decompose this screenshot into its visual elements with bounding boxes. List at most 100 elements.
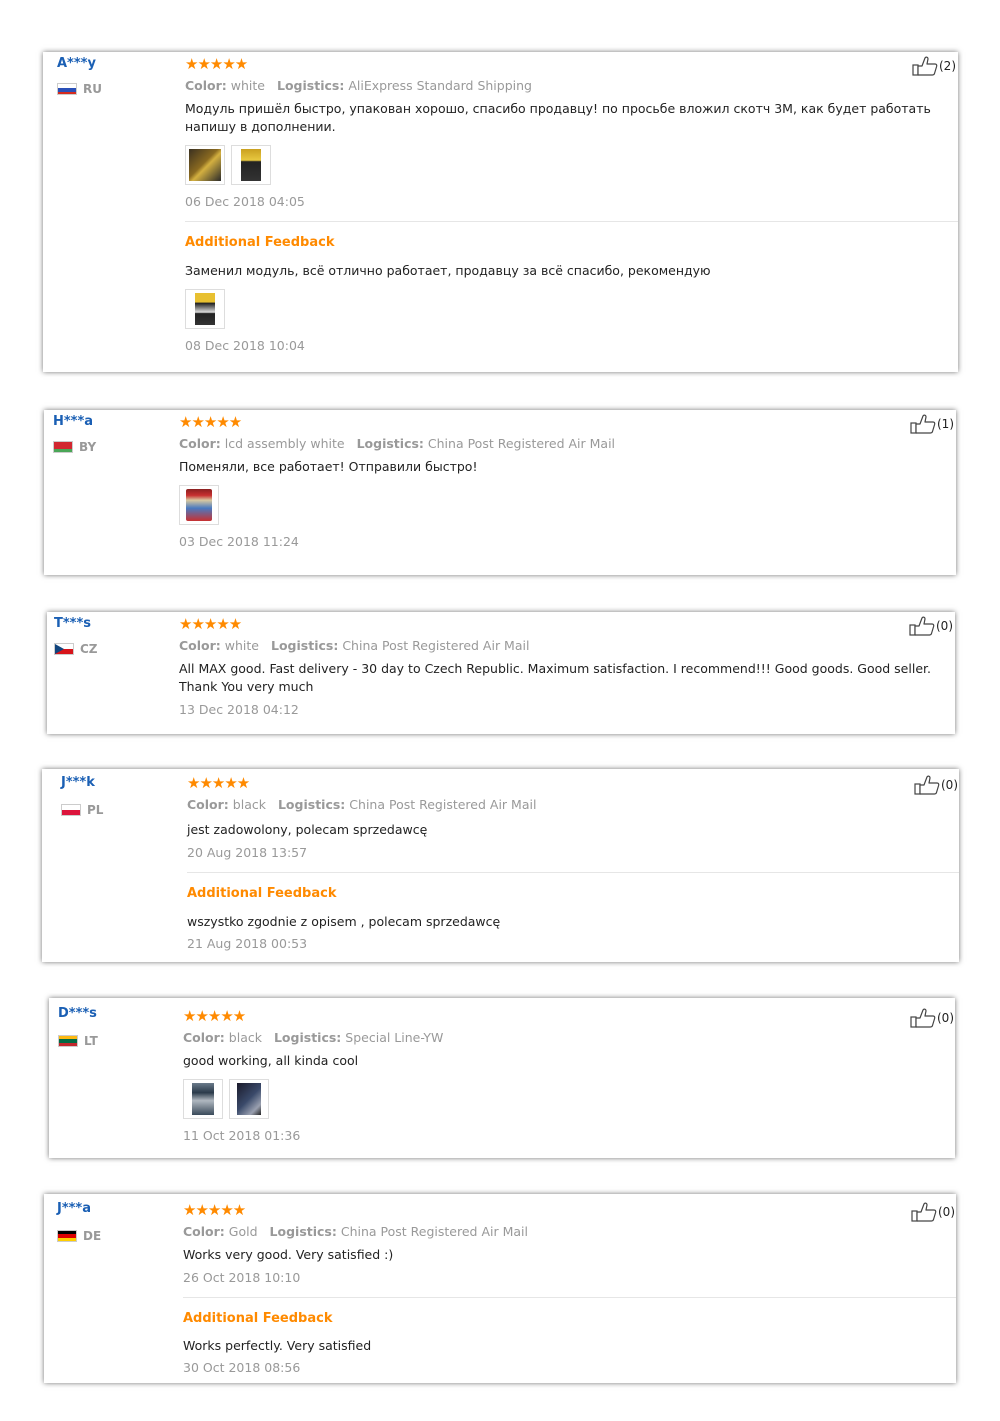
review-date: 13 Dec 2018 04:12 [179, 702, 299, 717]
review-card: D***s LT ★★★★★ Color: black Logistics: Sp… [49, 998, 955, 1158]
review-card: T***s CZ ★★★★★ Color: white Logistics: Ch… [47, 612, 955, 734]
reviewer-name[interactable]: H***a [53, 414, 93, 429]
star-rating: ★★★★★ [185, 55, 248, 73]
thumbs-up-icon [910, 414, 936, 434]
thumbs-up-icon [911, 1202, 937, 1222]
review-body: ★★★★★ Color: black Logistics: Special Lin… [183, 1007, 955, 1145]
flag-icon [54, 643, 74, 655]
thumbs-up-icon [909, 616, 935, 636]
reviewer-country: CZ [54, 642, 98, 656]
review-date: 03 Dec 2018 11:24 [179, 534, 299, 549]
review-body: ★★★★★ Color: white Logistics: China Post … [179, 615, 955, 719]
color-value: white [230, 78, 265, 93]
review-meta: Color: lcd assembly white Logistics: Chin… [179, 436, 616, 451]
star-rating: ★★★★★ [179, 615, 242, 633]
flag-icon [53, 441, 73, 453]
like-count: (1) [937, 417, 954, 431]
additional-feedback-text: wszystko zgodnie z opisem , polecam sprz… [187, 914, 501, 929]
country-code: LT [84, 1034, 98, 1048]
country-code: RU [83, 82, 102, 96]
review-body: ★★★★★ Color: Gold Logistics: China Post R… [183, 1201, 956, 1377]
reviewer-name[interactable]: J***a [57, 1201, 91, 1216]
additional-feedback-title: Additional Feedback [183, 1311, 333, 1326]
thumbs-up-icon [912, 56, 938, 76]
color-value: white [224, 638, 259, 653]
like-count: (0) [938, 1205, 955, 1219]
reviewer-country: RU [57, 82, 102, 96]
like-count: (0) [936, 619, 953, 633]
like-count: (2) [939, 59, 956, 73]
photo-thumbnail[interactable] [231, 145, 271, 185]
photo-thumbnail[interactable] [229, 1079, 269, 1119]
photo-thumbnail[interactable] [185, 145, 225, 185]
like-count: (0) [937, 1011, 954, 1025]
color-value: black [232, 797, 266, 812]
review-text: Модуль пришёл быстро, упакован хорошо, с… [185, 101, 931, 134]
photo-thumbnail[interactable] [179, 485, 219, 525]
like-button[interactable]: (1) [910, 414, 954, 434]
like-button[interactable]: (0) [914, 775, 958, 795]
photo-thumbnail[interactable] [183, 1079, 223, 1119]
flag-icon [58, 1035, 78, 1047]
country-code: PL [87, 803, 104, 817]
star-rating: ★★★★★ [183, 1007, 246, 1025]
review-date: 20 Aug 2018 13:57 [187, 845, 308, 860]
reviewer-name[interactable]: J***k [61, 775, 95, 790]
divider [185, 221, 958, 222]
logistics-value: China Post Registered Air Mail [342, 638, 530, 653]
additional-feedback-date: 21 Aug 2018 00:53 [187, 936, 308, 951]
logistics-value: AliExpress Standard Shipping [348, 78, 532, 93]
reviewer-country: LT [58, 1034, 98, 1048]
reviewer-name[interactable]: A***y [57, 56, 96, 71]
review-body: ★★★★★ Color: white Logistics: AliExpress … [185, 55, 958, 355]
like-button[interactable]: (0) [909, 616, 953, 636]
like-button[interactable]: (0) [910, 1008, 954, 1028]
reviewer-name[interactable]: D***s [58, 1006, 97, 1021]
flag-icon [57, 83, 77, 95]
country-code: DE [83, 1229, 102, 1243]
reviewer-name[interactable]: T***s [54, 616, 91, 631]
review-meta: Color: white Logistics: China Post Regist… [179, 638, 530, 653]
review-photos [183, 1079, 955, 1119]
reviewer-country: BY [53, 440, 96, 454]
color-value: lcd assembly white [224, 436, 345, 451]
star-rating: ★★★★★ [187, 774, 250, 792]
color-value: black [228, 1030, 262, 1045]
photo-thumbnail[interactable] [185, 289, 225, 329]
thumbs-up-icon [914, 775, 940, 795]
reviewer-country: PL [61, 803, 103, 817]
country-code: BY [79, 440, 97, 454]
review-text: Поменяли, все работает! Отправили быстро… [179, 459, 478, 474]
additional-photos [185, 289, 958, 329]
review-photos [179, 485, 956, 525]
review-date: 11 Oct 2018 01:36 [183, 1128, 301, 1143]
like-count: (0) [941, 778, 958, 792]
country-code: CZ [80, 642, 98, 656]
logistics-value: China Post Registered Air Mail [349, 797, 537, 812]
review-body: ★★★★★ Color: black Logistics: China Post … [187, 774, 959, 953]
thumbs-up-icon [910, 1008, 936, 1028]
divider [183, 1297, 956, 1298]
additional-feedback-text: Заменил модуль, всё отлично работает, пр… [185, 263, 711, 278]
star-rating: ★★★★★ [183, 1201, 246, 1219]
review-card: H***a BY ★★★★★ Color: lcd assembly white… [44, 410, 956, 575]
additional-feedback-date: 30 Oct 2018 08:56 [183, 1360, 301, 1375]
additional-feedback-text: Works perfectly. Very satisfied [183, 1338, 372, 1353]
review-text: good working, all kinda cool [183, 1053, 359, 1068]
review-card: J***a DE ★★★★★ Color: Gold Logistics: Chi… [44, 1194, 956, 1383]
review-text: jest zadowolony, polecam sprzedawcę [187, 822, 428, 837]
like-button[interactable]: (2) [912, 56, 956, 76]
review-meta: Color: black Logistics: Special Line-YW [183, 1030, 444, 1045]
like-button[interactable]: (0) [911, 1202, 955, 1222]
additional-feedback-date: 08 Dec 2018 10:04 [185, 338, 305, 353]
additional-feedback-title: Additional Feedback [187, 886, 337, 901]
review-card: J***k PL ★★★★★ Color: black Logistics: Ch… [42, 769, 959, 962]
logistics-value: China Post Registered Air Mail [427, 436, 616, 451]
star-rating: ★★★★★ [179, 413, 242, 431]
reviewer-country: DE [57, 1229, 101, 1243]
divider [187, 872, 959, 873]
review-text: All MAX good. Fast delivery - 30 day to … [179, 661, 931, 694]
review-body: ★★★★★ Color: lcd assembly white Logistics… [179, 413, 956, 551]
review-meta: Color: Gold Logistics: China Post Registe… [183, 1224, 528, 1239]
review-date: 06 Dec 2018 04:05 [185, 194, 305, 209]
